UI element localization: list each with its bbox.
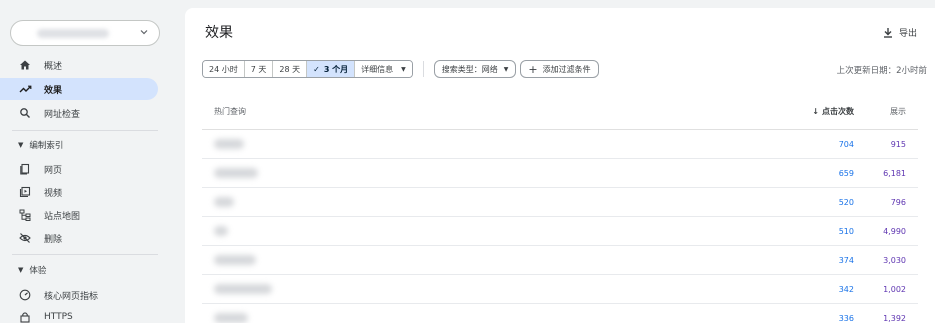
section-label: 体验 [29, 266, 47, 276]
caret-down-icon: ▼ [401, 65, 406, 73]
section-label: 编制索引 [29, 141, 64, 151]
export-label: 导出 [898, 29, 917, 39]
caret-down-icon: ▼ [18, 141, 24, 149]
table-row[interactable]: 510 4,990 [202, 217, 918, 246]
trending-icon [18, 82, 32, 96]
range-24h[interactable]: 24 小时 [203, 61, 245, 77]
divider [12, 130, 158, 131]
table-row[interactable]: 374 3,030 [202, 246, 918, 275]
clicks-cell: 374 [838, 255, 854, 265]
divider [12, 254, 158, 255]
impressions-cell: 6,181 [883, 168, 906, 178]
query-redacted [214, 255, 256, 265]
filter-bar: 24 小时 7 天 28 天 ✓ 3 个月 详细信息 ▼ 搜索类型：网络 ▼ +… [202, 60, 599, 78]
table-row[interactable]: 336 1,392 [202, 304, 918, 323]
check-icon: ✓ [313, 64, 320, 74]
search-type-label: 搜索类型：网络 [441, 64, 498, 74]
search-icon [18, 106, 32, 120]
query-redacted [214, 197, 234, 207]
search-type-chip[interactable]: 搜索类型：网络 ▼ [433, 60, 517, 78]
date-range-selector: 24 小时 7 天 28 天 ✓ 3 个月 详细信息 ▼ [202, 60, 413, 78]
clicks-cell: 510 [838, 226, 854, 236]
page-title: 效果 [205, 25, 233, 41]
range-7d[interactable]: 7 天 [244, 61, 274, 77]
export-button[interactable]: 导出 [883, 26, 917, 39]
range-label: 3 个月 [323, 64, 349, 74]
nav-label: 站点地图 [44, 211, 81, 222]
nav-label: HTTPS [44, 312, 73, 322]
sitemap-icon [18, 208, 32, 222]
nav-item-videos[interactable]: 视频 [0, 181, 158, 203]
add-filter-label: 添加过滤条件 [542, 64, 591, 74]
property-selector[interactable] [10, 20, 160, 46]
sidebar: 概述 效果 网址检查 ▼ 编制索引 网页 视频 站点地图 删除 ▼ 体验 核心网… [0, 0, 170, 323]
last-updated: 上次更新日期：2小时前 [836, 66, 927, 76]
nav-label: 核心网页指标 [44, 291, 99, 302]
nav-item-sitemaps[interactable]: 站点地图 [0, 204, 158, 226]
nav-item-url-inspection[interactable]: 网址检查 [0, 102, 158, 124]
nav-label: 网页 [44, 165, 63, 176]
range-3m[interactable]: ✓ 3 个月 [307, 61, 356, 77]
table-row[interactable]: 704 915 [202, 130, 918, 159]
query-redacted [214, 313, 248, 323]
add-filter-button[interactable]: + 添加过滤条件 [520, 60, 599, 78]
query-redacted [214, 226, 228, 236]
query-redacted [214, 139, 244, 149]
impressions-cell: 915 [890, 139, 906, 149]
clicks-cell: 342 [838, 284, 854, 294]
nav-label: 概述 [44, 61, 63, 72]
impressions-cell: 1,002 [883, 284, 906, 294]
query-redacted [214, 168, 258, 178]
range-28d[interactable]: 28 天 [273, 61, 308, 77]
caret-down-icon: ▼ [18, 266, 24, 274]
clicks-cell: 659 [838, 168, 854, 178]
sort-arrow-icon: ↓ [812, 107, 819, 116]
clicks-cell: 520 [838, 197, 854, 207]
gauge-icon [18, 288, 32, 302]
nav-item-pages[interactable]: 网页 [0, 158, 158, 180]
nav-label: 网址检查 [44, 109, 81, 120]
nav-label: 效果 [44, 85, 63, 96]
nav-item-performance[interactable]: 效果 [0, 78, 158, 100]
lock-icon [18, 310, 32, 323]
col-query[interactable]: 热门查询 [202, 106, 774, 117]
filter-divider [422, 61, 424, 77]
impressions-cell: 1,392 [883, 313, 906, 323]
nav-item-overview[interactable]: 概述 [0, 54, 158, 76]
home-icon [18, 58, 32, 72]
section-experience[interactable]: ▼ 体验 [0, 261, 158, 279]
table-row[interactable]: 659 6,181 [202, 159, 918, 188]
nav-item-removals[interactable]: 删除 [0, 227, 158, 249]
impressions-cell: 796 [890, 197, 906, 207]
col-clicks[interactable]: ↓ 点击次数 [774, 106, 854, 117]
pages-icon [18, 162, 32, 176]
details-label: 详细信息 [361, 64, 394, 74]
table-row[interactable]: 342 1,002 [202, 275, 918, 304]
col-clicks-label: 点击次数 [822, 107, 854, 116]
clicks-cell: 704 [838, 139, 854, 149]
section-indexing[interactable]: ▼ 编制索引 [0, 136, 158, 154]
plus-icon: + [528, 62, 538, 76]
table-row[interactable]: 520 796 [202, 188, 918, 217]
col-impressions[interactable]: 展示 [854, 106, 918, 117]
query-redacted [214, 284, 272, 294]
caret-down-icon: ▼ [503, 65, 509, 73]
details-dropdown[interactable]: 详细信息 ▼ [355, 61, 412, 77]
nav-item-https[interactable]: HTTPS [0, 306, 158, 323]
nav-label: 删除 [44, 234, 63, 245]
nav-label: 视频 [44, 188, 63, 199]
table-header: 热门查询 ↓ 点击次数 展示 [202, 94, 918, 130]
clicks-cell: 336 [838, 313, 854, 323]
removal-icon [18, 231, 32, 245]
video-icon [18, 185, 32, 199]
property-name-redacted [37, 29, 109, 38]
impressions-cell: 3,030 [883, 255, 906, 265]
download-icon [883, 28, 892, 38]
main-panel: 效果 导出 24 小时 7 天 28 天 ✓ 3 个月 详细信息 ▼ 搜索类型：… [185, 8, 935, 323]
queries-table: 热门查询 ↓ 点击次数 展示 704 915 659 6,181 520 796 … [202, 94, 918, 323]
nav-item-core-web-vitals[interactable]: 核心网页指标 [0, 284, 158, 306]
impressions-cell: 4,990 [883, 226, 906, 236]
chevron-down-icon [140, 30, 148, 35]
